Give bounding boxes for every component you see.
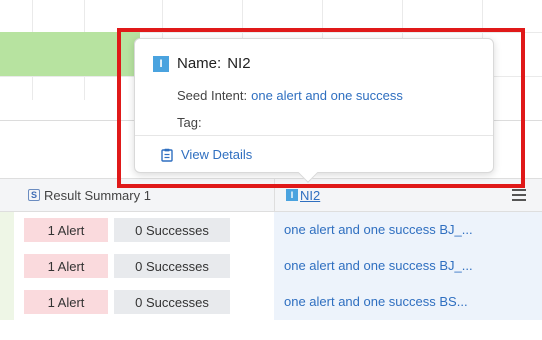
intent-link[interactable]: one alert and one success BJ_... bbox=[284, 258, 473, 273]
highlight-box bbox=[117, 28, 525, 188]
table-row[interactable]: 1 Alert 0 Successes one alert and one su… bbox=[0, 212, 542, 248]
success-count-badge[interactable]: 0 Successes bbox=[114, 254, 230, 278]
success-count-badge[interactable]: 0 Successes bbox=[114, 290, 230, 314]
alert-count-badge[interactable]: 1 Alert bbox=[24, 218, 108, 242]
table-row[interactable]: 1 Alert 0 Successes one alert and one su… bbox=[0, 284, 542, 320]
alert-count-badge[interactable]: 1 Alert bbox=[24, 290, 108, 314]
alert-count-badge[interactable]: 1 Alert bbox=[24, 254, 108, 278]
column-menu-icon[interactable] bbox=[512, 189, 526, 201]
intent-link[interactable]: one alert and one success BS... bbox=[284, 294, 468, 309]
summary-signal-icon: S bbox=[28, 189, 40, 201]
row-gutter bbox=[0, 212, 14, 248]
result-summary-header-label: Result Summary 1 bbox=[44, 187, 151, 203]
table-row[interactable]: 1 Alert 0 Successes one alert and one su… bbox=[0, 248, 542, 284]
row-gutter bbox=[0, 248, 14, 284]
intent-link[interactable]: one alert and one success BJ_... bbox=[284, 222, 473, 237]
success-count-badge[interactable]: 0 Successes bbox=[114, 218, 230, 242]
intent-header-link[interactable]: NI2 bbox=[300, 188, 320, 203]
row-gutter bbox=[0, 284, 14, 320]
intent-signal-icon: I bbox=[286, 189, 298, 201]
